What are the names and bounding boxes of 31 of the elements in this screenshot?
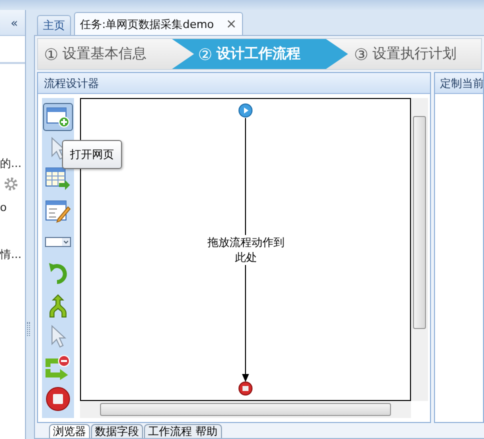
tab[interactable]: 工作流程 帮助 bbox=[144, 424, 222, 438]
gear-icon[interactable] bbox=[4, 177, 18, 191]
repeat-icon bbox=[45, 354, 71, 381]
tab[interactable]: 数据字段 bbox=[91, 424, 143, 438]
form-pencil-icon bbox=[45, 198, 71, 223]
splitter-handle[interactable] bbox=[27, 322, 30, 336]
tool-button[interactable] bbox=[43, 354, 73, 382]
pointer-icon bbox=[49, 324, 67, 348]
close-icon[interactable]: × bbox=[226, 16, 237, 32]
table-arrow-icon bbox=[45, 167, 71, 192]
wizard-step[interactable]: ① 设置基本信息 bbox=[38, 39, 172, 69]
sidebar-item[interactable]: 情... bbox=[0, 247, 22, 262]
sidebar-item[interactable]: 的... bbox=[0, 156, 22, 171]
window-add-icon bbox=[46, 106, 70, 128]
loop-arrow-icon bbox=[47, 262, 69, 286]
stop-icon bbox=[45, 386, 71, 412]
tab[interactable]: 浏览器 bbox=[49, 424, 90, 438]
tool-button[interactable] bbox=[43, 385, 73, 414]
tooltip: 打开网页 bbox=[62, 140, 122, 169]
wizard-step[interactable]: ③ 设置执行计划 bbox=[348, 39, 481, 69]
tab[interactable]: 任务:单网页数据采集demo × bbox=[74, 12, 243, 35]
tab[interactable]: 主页 bbox=[37, 15, 71, 35]
sidebar-item[interactable]: o bbox=[0, 201, 7, 214]
play-icon[interactable] bbox=[238, 103, 253, 118]
branch-icon bbox=[47, 292, 69, 318]
panel-title: 流程设计器 bbox=[38, 73, 430, 94]
stop-icon[interactable] bbox=[238, 381, 253, 396]
tool-button[interactable] bbox=[43, 102, 73, 131]
vertical-scrollbar[interactable] bbox=[411, 98, 428, 401]
dropdown-icon bbox=[45, 235, 71, 250]
horizontal-scrollbar[interactable] bbox=[80, 401, 411, 418]
